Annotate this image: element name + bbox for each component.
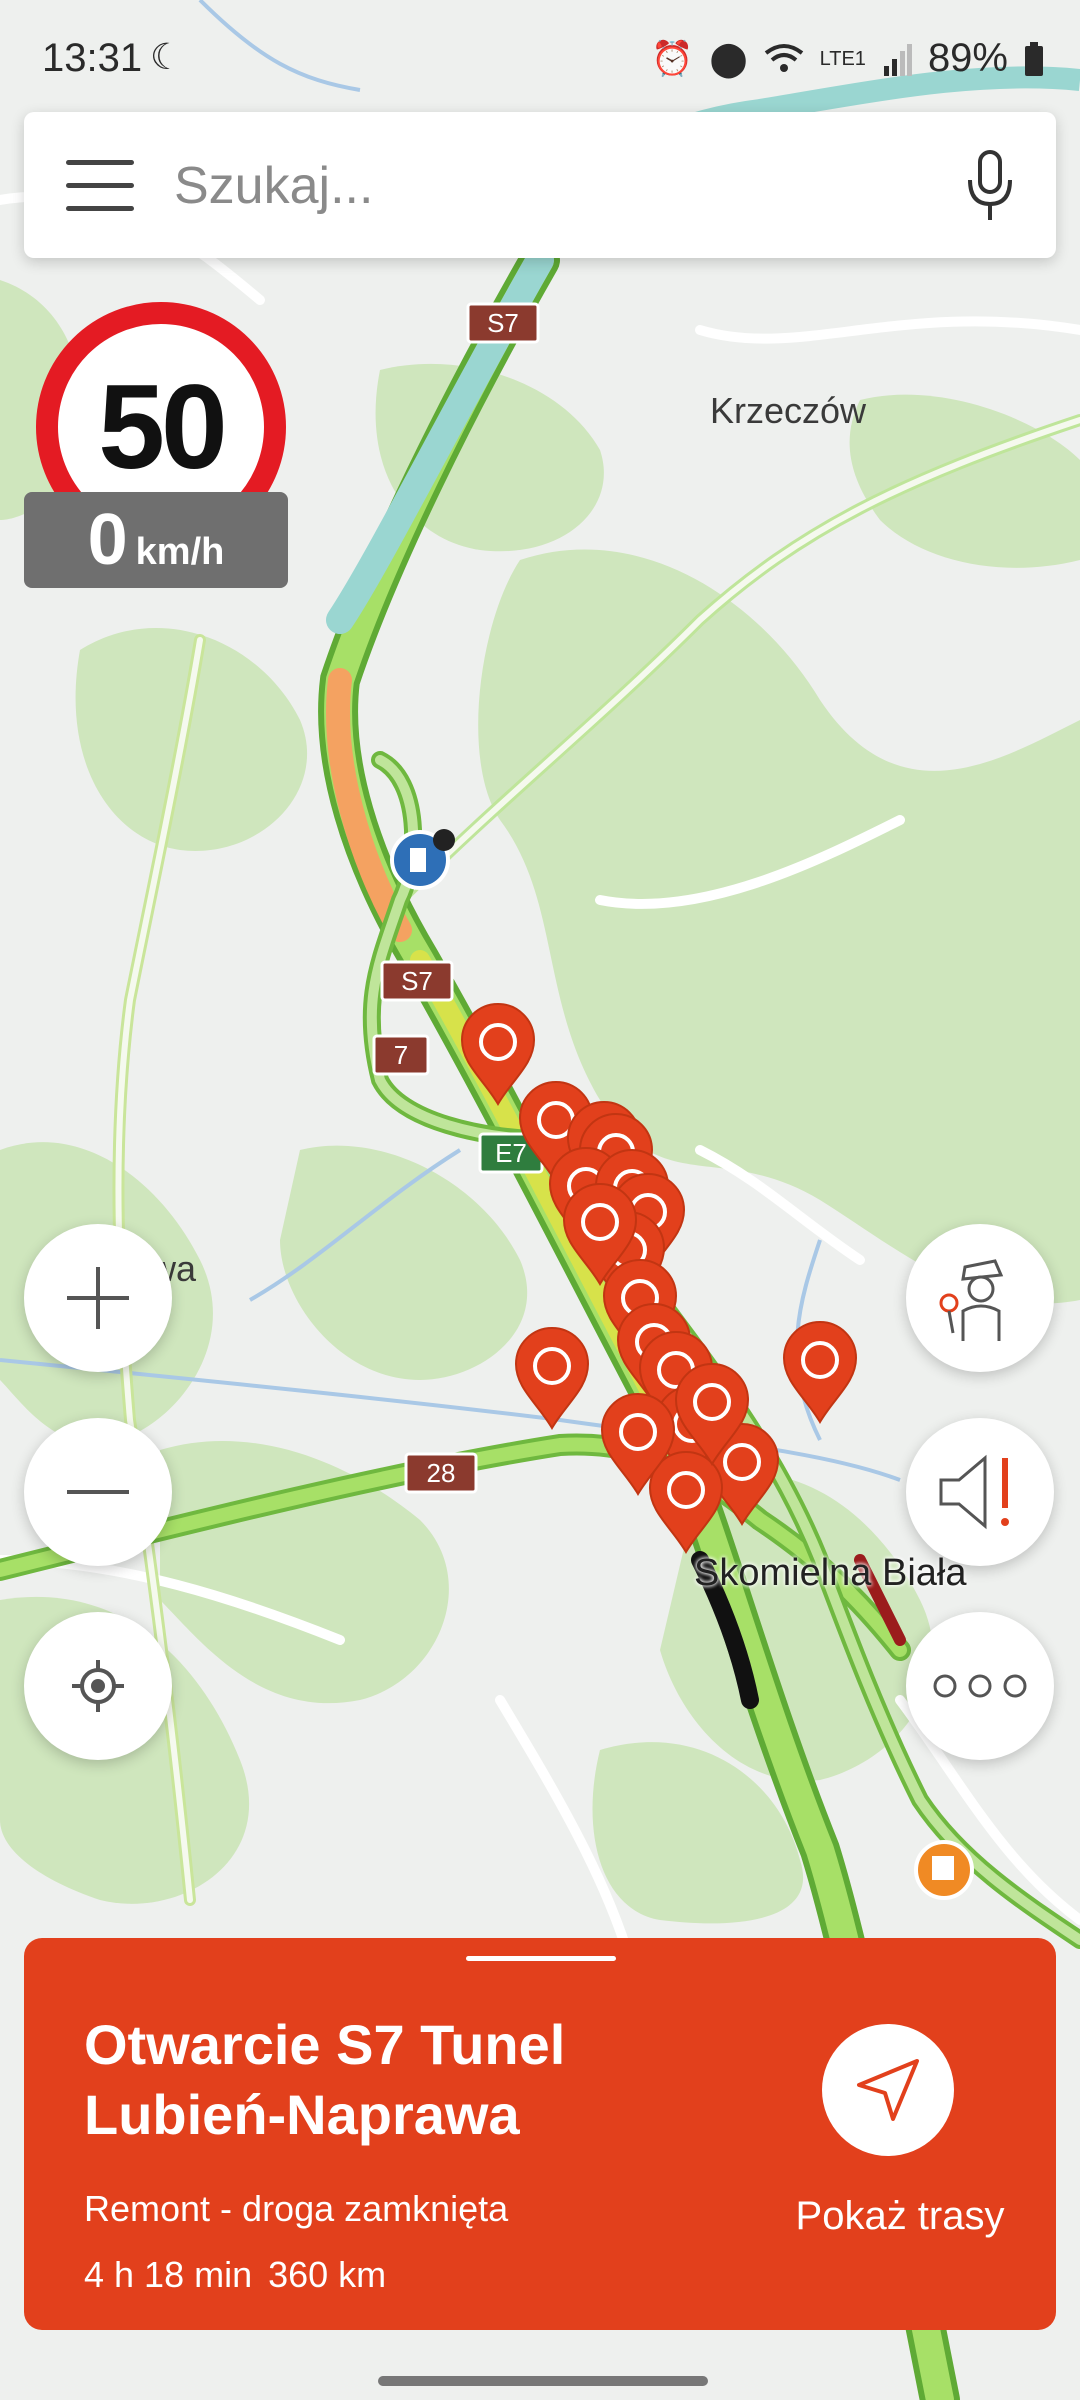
sheet-drag-handle[interactable] xyxy=(466,1956,616,1961)
incident-title-line1: Otwarcie S7 Tunel xyxy=(84,2013,566,2076)
shield-7: 7 xyxy=(372,1034,430,1076)
minus-icon xyxy=(67,1490,129,1494)
zoom-in-button[interactable] xyxy=(24,1224,172,1372)
microphone-icon[interactable] xyxy=(964,150,1016,222)
battery-percent: 89% xyxy=(927,36,1008,80)
police-officer-icon xyxy=(939,1259,1004,1341)
speed-limit-value: 50 xyxy=(98,360,227,494)
zoom-out-button[interactable] xyxy=(24,1418,172,1566)
plus-icon xyxy=(67,1267,129,1329)
menu-icon[interactable] xyxy=(66,160,134,212)
incident-subtitle: Remont - droga zamknięta xyxy=(84,2188,509,2229)
place-label-krzeczow: Krzeczów xyxy=(710,390,867,431)
wifi-icon xyxy=(764,43,803,72)
shield-e7-label: E7 xyxy=(495,1138,527,1168)
incident-sheet[interactable]: Otwarcie S7 Tunel Lubień-Naprawa Remont … xyxy=(24,1938,1056,2330)
crosshair-icon xyxy=(72,1660,124,1712)
incident-title: Otwarcie S7 Tunel Lubień-Naprawa xyxy=(84,2010,724,2150)
speaker-alert-icon xyxy=(939,1454,1009,1530)
shield-28-label: 28 xyxy=(427,1458,456,1488)
crescent-icon: ☾ xyxy=(150,36,183,77)
shield-s7-mid: S7 xyxy=(380,960,454,1002)
shield-s7-top: S7 xyxy=(466,302,540,344)
location-icon: ⬤ xyxy=(709,39,748,78)
current-speed: 0 km/h xyxy=(24,492,288,588)
show-routes-label[interactable]: Pokaż trasy xyxy=(780,2194,1020,2239)
route-distance: 360 km xyxy=(268,2254,387,2295)
report-police-button[interactable] xyxy=(906,1224,1054,1372)
status-time: 13:31 xyxy=(42,36,143,80)
navigation-arrow-icon xyxy=(857,2059,919,2121)
shield-28: 28 xyxy=(404,1452,478,1494)
sound-alert-button[interactable] xyxy=(906,1418,1054,1566)
shield-s7-mid-label: S7 xyxy=(401,966,433,996)
search-input[interactable]: Szukaj... xyxy=(174,156,373,216)
current-speed-value: 0 xyxy=(87,500,128,580)
route-meta: 4 h 18 min 360 km xyxy=(84,2254,386,2296)
fuel-poi-icon[interactable] xyxy=(914,1840,974,1900)
battery-icon xyxy=(1025,41,1043,76)
current-speed-unit: km/h xyxy=(135,531,225,573)
more-options-button[interactable] xyxy=(906,1612,1054,1760)
shield-7-label: 7 xyxy=(394,1040,408,1070)
route-duration: 4 h 18 min xyxy=(84,2254,253,2295)
show-routes-button[interactable] xyxy=(822,2024,954,2156)
shield-s7-top-label: S7 xyxy=(487,308,519,338)
gesture-bar[interactable] xyxy=(378,2376,708,2386)
incident-title-line2: Lubień-Naprawa xyxy=(84,2083,520,2146)
search-bar[interactable]: Szukaj... xyxy=(24,112,1056,258)
status-bar: 13:31 ☾ ⏰ ⬤ LTE1 89% xyxy=(0,0,1080,110)
locate-button[interactable] xyxy=(24,1612,172,1760)
network-label: LTE1 xyxy=(819,47,866,70)
alarm-icon: ⏰ xyxy=(651,39,694,78)
place-label-skomielna-biala: Skomielna Biała xyxy=(694,1552,967,1594)
more-dots-icon xyxy=(933,1674,1027,1698)
signal-icon xyxy=(883,43,912,76)
